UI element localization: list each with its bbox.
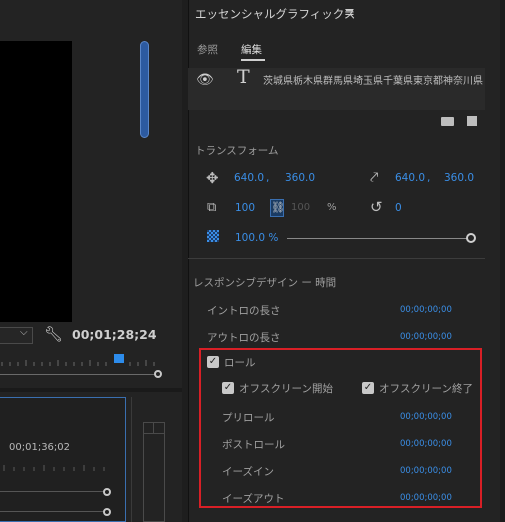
position-x-value[interactable]: 640.0: [234, 172, 264, 184]
highlight-box: [199, 348, 482, 508]
timeline-scroll-handle-2[interactable]: [103, 508, 111, 516]
vertical-scrollbar[interactable]: [140, 41, 149, 138]
scale-height-value: 100: [291, 202, 311, 213]
scale-icon: ⧉: [207, 200, 217, 215]
opacity-value[interactable]: 100.0 %: [235, 232, 278, 244]
hamburger-icon[interactable]: ≡: [344, 5, 355, 20]
position-icon: ✥: [206, 169, 219, 187]
timeline-ruler-time: 00;01;36;02: [9, 442, 71, 453]
postroll-value[interactable]: 00;00;00;00: [400, 439, 452, 449]
playhead-marker[interactable]: [114, 354, 124, 363]
ease-out-value[interactable]: 00;00;00;00: [400, 493, 452, 503]
transform-section-label: トランスフォーム: [195, 145, 279, 157]
folder-icon[interactable]: [441, 117, 454, 126]
offscreen-end-checkbox[interactable]: ✓: [362, 382, 374, 394]
outro-duration-value[interactable]: 00;00;00;00: [400, 332, 452, 342]
timeline-panel[interactable]: [0, 397, 126, 522]
playhead-timecode[interactable]: 00;01;28;24: [72, 327, 157, 342]
chevron-down-icon[interactable]: ⌵: [20, 327, 28, 338]
offscreen-start-checkbox[interactable]: ✓: [222, 382, 234, 394]
eye-icon[interactable]: 👁︎: [196, 72, 214, 88]
ease-out-label: イーズアウト: [222, 493, 285, 505]
preroll-label: プリロール: [222, 412, 275, 424]
anchor-y-value[interactable]: 360.0: [444, 172, 474, 184]
intro-duration-label: イントロの長さ: [207, 305, 281, 317]
rotation-icon: ↺: [370, 198, 383, 216]
time-ruler[interactable]: [0, 352, 160, 366]
opacity-icon: [207, 230, 219, 242]
timeline-scroll-track-2[interactable]: [0, 511, 104, 512]
link-icon[interactable]: ⛓: [270, 199, 285, 217]
timeline-scroll-track[interactable]: [0, 491, 104, 492]
postroll-label: ポストロール: [222, 439, 285, 451]
ease-in-value[interactable]: 00;00;00;00: [400, 466, 452, 476]
ease-in-label: イーズイン: [222, 466, 274, 478]
text-layer-icon: T: [237, 66, 250, 88]
position-y-value[interactable]: 360.0: [285, 172, 315, 184]
scale-unit: %: [327, 202, 337, 213]
new-layer-icon[interactable]: [467, 116, 477, 126]
outro-duration-label: アウトロの長さ: [207, 332, 281, 344]
panel-title[interactable]: エッセンシャルグラフィックス: [195, 6, 355, 22]
audio-meter-peak: [143, 422, 165, 434]
resolution-dropdown[interactable]: [0, 327, 33, 344]
responsive-design-section-label: レスポンシブデザイン ー 時間: [193, 277, 337, 289]
preroll-value[interactable]: 00;00;00;00: [400, 412, 452, 422]
panel-edge: [500, 0, 505, 522]
tab-browse[interactable]: 参照: [197, 42, 218, 57]
anchor-separator: ,: [427, 172, 431, 184]
panel-divider[interactable]: [0, 388, 182, 392]
offscreen-start-label[interactable]: オフスクリーン開始: [239, 381, 333, 396]
active-tab-indicator: [241, 59, 265, 61]
wrench-icon[interactable]: 🔧︎: [44, 325, 63, 343]
rotation-value[interactable]: 0: [395, 202, 402, 214]
offscreen-end-label[interactable]: オフスクリーン終了: [379, 381, 473, 396]
opacity-slider-handle[interactable]: [466, 233, 476, 243]
anchor-x-value[interactable]: 640.0: [395, 172, 425, 184]
position-separator: ,: [266, 172, 270, 184]
audio-meter-divider: [153, 422, 154, 434]
roll-label[interactable]: ロール: [224, 355, 256, 370]
layer-name[interactable]: 茨城県栃木県群馬県埼玉県千葉県東京都神奈川県: [263, 72, 485, 87]
tab-edit[interactable]: 編集: [241, 42, 262, 57]
roll-checkbox[interactable]: ✓: [207, 356, 219, 368]
zoom-scrollbar-track[interactable]: [0, 374, 160, 375]
video-preview: [0, 41, 72, 322]
timeline-scroll-handle[interactable]: [103, 488, 111, 496]
timeline-ruler-ticks: [3, 465, 105, 471]
anchor-point-icon: ⤤: [370, 168, 379, 186]
scale-value[interactable]: 100: [235, 202, 255, 214]
section-divider: [188, 258, 485, 259]
audio-meter: [143, 422, 165, 522]
intro-duration-value[interactable]: 00;00;00;00: [400, 305, 452, 315]
opacity-slider-track[interactable]: [287, 238, 469, 239]
zoom-scrollbar-handle[interactable]: [154, 370, 162, 378]
